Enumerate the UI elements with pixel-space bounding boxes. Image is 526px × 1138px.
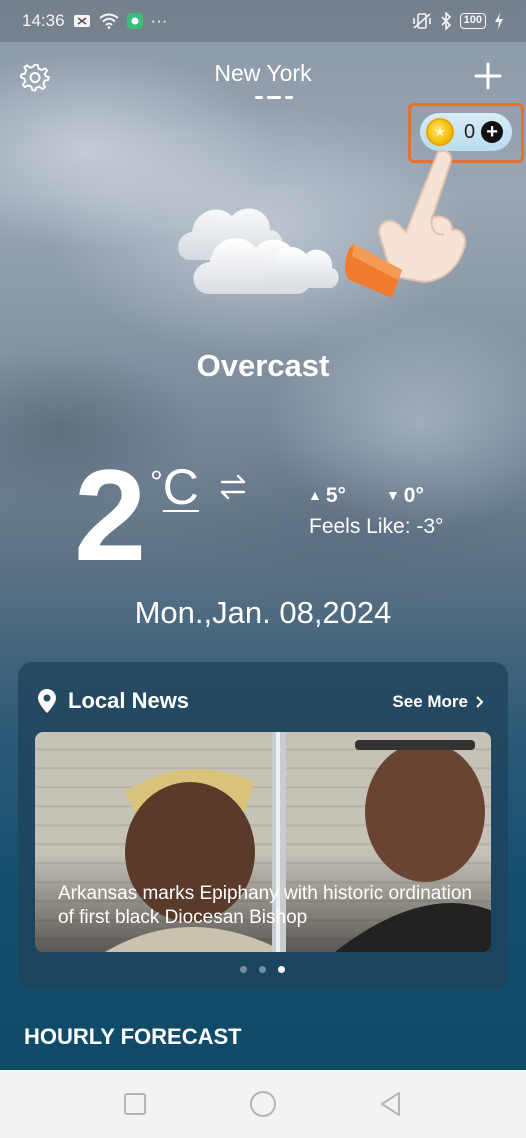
more-notifications: ··· — [150, 11, 168, 30]
weather-condition: Overcast — [196, 348, 330, 383]
bluetooth-icon — [440, 12, 452, 30]
news-heading: Local News — [68, 688, 190, 713]
local-news-card: Local News See More Arkansas marks Epiph… — [18, 662, 508, 990]
swap-units-icon[interactable] — [216, 472, 250, 502]
unit-letter: C — [162, 459, 199, 515]
down-triangle-icon: ▼ — [385, 487, 400, 503]
temperature-unit[interactable]: °C — [150, 458, 199, 516]
system-nav-bar — [0, 1070, 526, 1138]
hourly-forecast-title: HOURLY FORECAST — [24, 1024, 242, 1049]
news-image[interactable]: Arkansas marks Epiphany with historic or… — [35, 732, 491, 952]
carousel-dots — [240, 966, 285, 973]
battery-level: 100 — [459, 13, 486, 29]
app-notification-icon — [126, 13, 143, 29]
cloud-icon — [178, 208, 339, 294]
current-date: Mon.,Jan. 08,2024 — [134, 595, 392, 630]
up-triangle-icon: ▲ — [308, 487, 322, 503]
nav-circle-icon[interactable] — [249, 1090, 277, 1118]
vibrate-off-icon — [412, 12, 432, 30]
location-page-indicator — [255, 96, 293, 99]
location-pin-icon — [38, 689, 56, 713]
hand-pointer-icon — [345, 149, 466, 298]
low-temp-value: 0° — [403, 484, 424, 507]
degree-symbol: ° — [150, 464, 163, 500]
see-more-button[interactable]: See More — [392, 692, 484, 712]
feels-like: Feels Like: -3° — [309, 515, 444, 538]
high-low-temps: ▲ 5° ▼ 0° — [308, 484, 424, 508]
wifi-icon — [98, 13, 119, 29]
current-temperature: 2 — [74, 442, 146, 588]
high-temp-value: 5° — [325, 484, 346, 507]
add-city-button[interactable] — [472, 60, 504, 92]
city-title[interactable]: New York — [0, 60, 526, 87]
high-temp: ▲ 5° — [308, 484, 346, 508]
news-header: Local News — [38, 688, 189, 714]
status-bar: 14:36 ··· 100 — [0, 0, 526, 42]
nav-back-icon[interactable] — [379, 1091, 403, 1117]
plus-icon — [474, 62, 502, 90]
low-temp: ▼ 0° — [386, 484, 424, 508]
chevron-right-icon — [476, 696, 484, 708]
carousel-dot[interactable] — [240, 966, 247, 973]
status-time: 14:36 — [22, 11, 65, 30]
see-more-label: See More — [392, 692, 468, 711]
carousel-dot[interactable] — [259, 966, 266, 973]
notification-icon — [73, 14, 91, 28]
charging-icon — [494, 13, 504, 29]
nav-square-icon[interactable] — [123, 1092, 147, 1116]
news-caption: Arkansas marks Epiphany with historic or… — [58, 883, 472, 928]
carousel-dot-active[interactable] — [278, 966, 285, 973]
